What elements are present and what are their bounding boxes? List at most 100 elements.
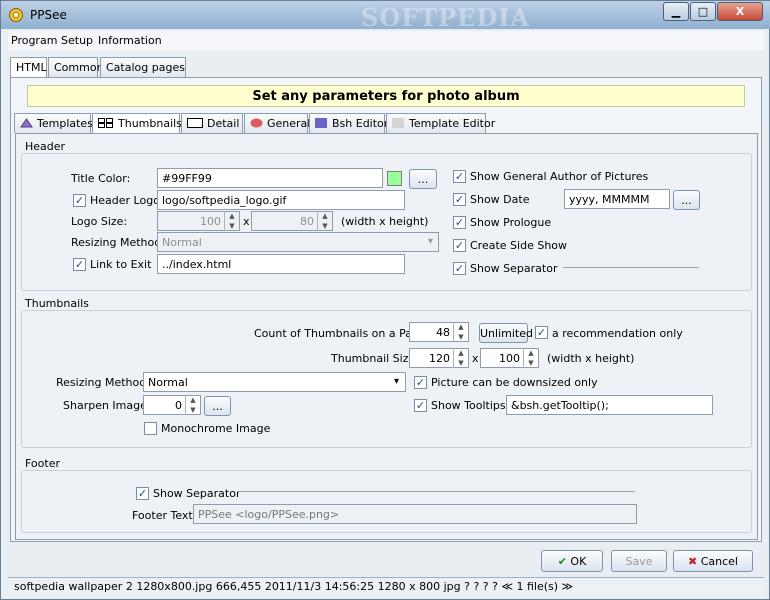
- cancel-button[interactable]: ✖ Cancel: [673, 550, 753, 572]
- status-bar: softpedia wallpaper 2 1280x800.jpg 666,4…: [8, 577, 764, 595]
- monochrome-checkbox[interactable]: [144, 422, 157, 435]
- spin-up-icon: ▲: [458, 323, 464, 331]
- maximize-button[interactable]: □: [690, 2, 716, 21]
- thumb-width-spinner[interactable]: ▲ ▼: [453, 348, 468, 368]
- cancel-x-icon: ✖: [688, 555, 698, 568]
- tab-html[interactable]: HTML: [10, 57, 47, 78]
- show-author-checkbox[interactable]: ✓: [453, 170, 466, 183]
- header-resizing-select[interactable]: Normal: [157, 232, 439, 252]
- thumb-resizing-select[interactable]: Normal: [143, 372, 406, 392]
- menu-setup[interactable]: Setup: [61, 34, 93, 47]
- tab-bsh-editor[interactable]: Bsh Editor: [309, 113, 389, 133]
- ok-label: OK: [570, 555, 587, 568]
- spin-up-icon: ▲: [458, 349, 464, 357]
- tab-bsh-editor-label: Bsh Editor: [332, 117, 389, 130]
- menu-bar: Program Setup Information: [8, 31, 764, 51]
- save-button[interactable]: Save: [611, 550, 667, 572]
- spin-down-icon: ▼: [190, 406, 196, 414]
- gray-square-icon: [392, 118, 404, 128]
- show-tooltips-checkbox[interactable]: ✓: [414, 399, 427, 412]
- create-slide-show-checkbox[interactable]: ✓: [453, 239, 466, 252]
- spin-down-icon: ▼: [229, 222, 235, 230]
- tab-detail-label: Detail: [207, 117, 240, 130]
- thumb-size-x: x: [472, 352, 479, 365]
- tab-general-label: General: [267, 117, 311, 130]
- thumb-count-spinner[interactable]: ▲ ▼: [453, 322, 468, 342]
- show-date-checkbox[interactable]: ✓: [453, 193, 466, 206]
- link-to-exit-input[interactable]: ../index.html: [157, 254, 405, 274]
- tooltip-input[interactable]: &bsh.getTooltip();: [506, 395, 713, 415]
- sharpen-options-button[interactable]: ...: [204, 396, 231, 416]
- spin-down-icon: ▼: [458, 359, 464, 367]
- grid-icon: [98, 118, 113, 128]
- show-prologue-label: Show Prologue: [470, 216, 552, 229]
- header-separator-preview: [563, 267, 699, 268]
- tab-catalog-pages[interactable]: Catalog pages: [100, 57, 186, 77]
- footer-text-input[interactable]: PPSee <logo/PPSee.png>: [193, 504, 637, 524]
- show-prologue-checkbox[interactable]: ✓: [453, 216, 466, 229]
- softpedia-watermark: SOFTPEDIA: [361, 3, 531, 32]
- page-banner: Set any parameters for photo album: [27, 85, 745, 107]
- footer-separator-preview: [237, 491, 635, 492]
- spin-down-icon: ▼: [322, 222, 328, 230]
- title-bar: PPSee SOFTPEDIA ▁ □ X: [1, 1, 770, 32]
- show-date-label: Show Date: [470, 193, 530, 206]
- close-window-button[interactable]: X: [717, 2, 763, 21]
- sharpen-spinner[interactable]: ▲ ▼: [185, 395, 200, 415]
- minimize-icon: ▁: [671, 5, 681, 18]
- link-to-exit-checkbox[interactable]: ✓: [73, 258, 86, 271]
- link-to-exit-label: Link to Exit: [90, 258, 152, 271]
- recommendation-checkbox[interactable]: ✓: [535, 326, 548, 339]
- logo-size-x: x: [243, 215, 250, 228]
- downsized-label: Picture can be downsized only: [431, 376, 598, 389]
- chevron-down-icon: ▾: [427, 236, 434, 247]
- tab-thumbnails[interactable]: Thumbnails: [92, 113, 182, 134]
- thumb-resizing-label: Resizing Method:: [56, 376, 150, 389]
- checkmark-icon: ✔: [557, 555, 567, 568]
- footer-text-label: Footer Text:: [132, 509, 197, 522]
- tab-templates[interactable]: Templates: [14, 113, 93, 133]
- header-resizing-label: Resizing Method:: [71, 236, 165, 249]
- ppsee-app-icon: [9, 8, 23, 22]
- date-format-input[interactable]: yyyy, MMMMM: [564, 189, 670, 209]
- header-logo-input[interactable]: logo/softpedia_logo.gif: [157, 190, 405, 210]
- title-color-picker-button[interactable]: ...: [409, 169, 437, 189]
- logo-size-label: Logo Size:: [71, 215, 128, 228]
- thumb-height-spinner[interactable]: ▲ ▼: [523, 348, 538, 368]
- tab-template-editor-label: Template Editor: [409, 117, 496, 130]
- monochrome-label: Monochrome Image: [161, 422, 271, 435]
- create-slide-show-label: Create Side Show: [470, 239, 568, 252]
- menu-information[interactable]: Information: [98, 34, 162, 47]
- menu-program[interactable]: Program: [11, 34, 57, 47]
- tab-templates-label: Templates: [37, 117, 93, 130]
- recommendation-label: a recommendation only: [552, 327, 683, 340]
- square-icon: [315, 118, 327, 128]
- window-title: PPSee: [30, 8, 67, 22]
- header-show-separator-checkbox[interactable]: ✓: [453, 262, 466, 275]
- header-logo-checkbox[interactable]: ✓: [73, 194, 86, 207]
- header-logo-label: Header Logo: [90, 194, 160, 207]
- sharpen-label: Sharpen Image:: [63, 399, 151, 412]
- footer-show-separator-checkbox[interactable]: ✓: [136, 487, 149, 500]
- tab-template-editor[interactable]: Template Editor: [386, 113, 495, 133]
- tab-detail[interactable]: Detail: [181, 113, 243, 133]
- chevron-down-icon: ▾: [393, 376, 400, 387]
- unlimited-button[interactable]: Unlimited: [479, 323, 533, 343]
- minimize-button[interactable]: ▁: [663, 2, 689, 21]
- date-format-button[interactable]: ...: [673, 190, 700, 210]
- logo-height-spinner[interactable]: ▲ ▼: [317, 211, 332, 231]
- show-tooltips-label: Show Tooltips: [431, 399, 506, 412]
- tab-common[interactable]: Common: [48, 57, 104, 77]
- header-show-separator-label: Show Separator: [470, 262, 558, 275]
- ellipse-icon: [250, 118, 263, 128]
- spin-up-icon: ▲: [528, 349, 534, 357]
- title-color-label: Title Color:: [71, 172, 131, 185]
- spin-up-icon: ▲: [229, 212, 235, 220]
- logo-width-spinner[interactable]: ▲ ▼: [224, 211, 239, 231]
- maximize-icon: □: [697, 5, 709, 18]
- downsized-checkbox[interactable]: ✓: [414, 376, 427, 389]
- ok-button[interactable]: ✔ OK: [541, 550, 603, 572]
- tab-general[interactable]: General: [244, 113, 311, 133]
- title-color-input[interactable]: #99FF99: [157, 168, 383, 188]
- show-author-label: Show General Author of Pictures: [470, 170, 649, 183]
